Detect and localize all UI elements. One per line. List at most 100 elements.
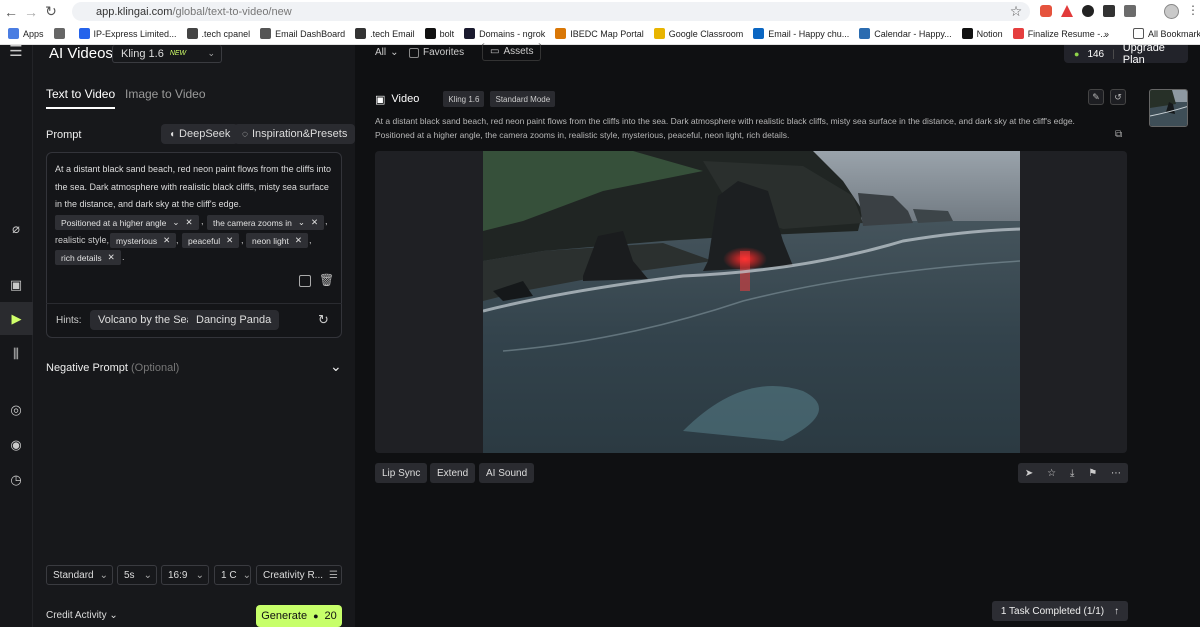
bookmark-star-icon[interactable]: ☆ [1006,1,1026,21]
all-bookmarks[interactable]: All Bookmarks [1133,28,1200,39]
lip-sync-button[interactable]: Lip Sync [375,463,428,483]
bookmark-item[interactable]: IP-Express Limited... [78,28,177,39]
chevron-down-icon: ⌄ [99,569,108,581]
quality-select[interactable]: Standard ⌄ [46,565,113,585]
bookmark-item[interactable]: Notion [961,28,1003,39]
tab-text-to-video[interactable]: Text to Video [46,87,116,109]
flag-icon[interactable]: ⚑ [1088,468,1097,479]
filter-label: All [375,47,387,58]
chevron-down-icon: ⌄ [207,48,215,58]
inspiration-button[interactable]: ◌ Inspiration&Presets [234,124,356,144]
more-bookmarks-icon[interactable]: » [1104,29,1109,39]
upgrade-plan-button[interactable]: Upgrade Plan [1123,42,1188,66]
star-icon[interactable]: ☆ [1047,468,1056,479]
negative-prompt-toggle[interactable]: Negative Prompt (Optional) [46,362,179,374]
close-icon[interactable]: ✕ [186,217,193,228]
generate-button[interactable]: Generate ● 20 [256,605,342,627]
bookmark-item[interactable]: Google Classroom [653,28,743,39]
favorites-label: Favorites [423,47,465,58]
count-select[interactable]: 1 C ⌄ [214,565,251,585]
bookmark-item[interactable]: Domains - ngrok [464,28,545,39]
back-icon[interactable]: ← [1,2,21,22]
bookmark-item[interactable]: Finalize Resume -... [1012,28,1108,39]
assets-button[interactable]: ▭ Assets [482,43,542,61]
close-icon[interactable]: ✕ [226,235,233,246]
prompt-chip[interactable]: neon light ✕ [246,233,308,248]
task-status-bar[interactable]: 1 Task Completed (1/1) ↑ [992,601,1128,621]
refresh-icon[interactable]: ↻ [318,312,329,328]
favorites-toggle[interactable]: Favorites [409,47,464,58]
prompt-chip[interactable]: rich details ✕ [55,250,121,265]
bookmark-item[interactable]: Email - Happy chu... [753,28,849,39]
chevron-down-icon[interactable]: ⌄ [330,358,342,375]
divider: | [1112,48,1115,60]
left-rail: ☰ ⌀ ▣ ▶ ⫼ ◎ ◉ ◷ [0,43,33,627]
deepseek-button[interactable]: ◖ DeepSeek [161,124,239,144]
checkbox[interactable] [409,47,419,58]
bookmark-item[interactable]: Apps [8,28,44,39]
bookmark-item[interactable]: IBEDC Map Portal [555,28,644,39]
bookmark-item[interactable] [53,28,69,39]
prompt-text[interactable]: At a distant black sand beach, red neon … [55,161,337,214]
bookmark-item[interactable]: .tech cpanel [186,28,250,39]
eye-icon[interactable]: ◉ [8,437,24,453]
credit-icon: ● [313,611,319,621]
tab-image-to-video[interactable]: Image to Video [125,87,206,101]
credits-box[interactable]: ● 146 | Upgrade Plan [1064,42,1188,66]
prompt-chip[interactable]: peaceful ✕ [182,233,240,248]
reload-icon[interactable]: ↻ [41,2,61,22]
prompt-chip[interactable]: the camera zooms in ⌄ ✕ [207,215,325,230]
creativity-select[interactable]: Creativity R... ☰ [256,565,342,585]
hint-button[interactable]: Dancing Panda [188,310,280,330]
bookmarks-bar: Apps IP-Express Limited... .tech cpanel Ema… [0,23,1200,45]
edit-icon[interactable]: ✎ [1088,89,1104,105]
address-bar[interactable]: app.klingai.com/global/text-to-video/new [72,2,1030,21]
chip-label: Positioned at a higher angle [61,217,167,228]
share-icon[interactable]: ➤ [1025,468,1033,479]
extend-button[interactable]: Extend [430,463,476,483]
ai-sound-button[interactable]: AI Sound [479,463,535,483]
bookmark-icon [859,28,871,39]
bookmark-item[interactable]: Calendar - Happy... [859,28,952,39]
aspect-select[interactable]: 16:9 ⌄ [161,565,209,585]
close-icon[interactable]: ✕ [108,252,115,263]
model-select[interactable]: Kling 1.6 NEW ⌄ [112,45,222,63]
extension-icons[interactable] [1040,5,1136,17]
close-icon[interactable]: ✕ [163,235,170,246]
filter-select[interactable]: All ⌄ [375,47,399,58]
menu-icon[interactable]: ☰ [8,43,24,60]
hint-button[interactable]: Volcano by the Sea [90,310,201,330]
url-host: app.klingai.com [96,5,173,18]
bookmark-label: Email - Happy chu... [768,28,850,39]
duration-select[interactable]: 5s ⌄ [117,565,157,585]
history-thumbnail[interactable] [1149,89,1188,127]
bookmark-icon [355,28,367,39]
more-icon[interactable]: ⋯ [1111,468,1121,479]
forward-icon[interactable]: → [21,2,41,22]
audio-icon[interactable]: ⫼ [8,346,24,362]
bookmark-label: Notion [976,28,1003,39]
bookmark-item[interactable]: bolt [424,28,454,39]
chevron-down-icon: ⌄ [390,47,399,58]
video-icon[interactable]: ▶ [0,302,33,335]
history-icon[interactable]: ◷ [8,472,24,488]
prompt-chip[interactable]: Positioned at a higher angle ⌄ ✕ [55,215,199,230]
image-icon[interactable]: ▣ [8,277,24,293]
chip-label: peaceful [188,235,221,246]
kebab-menu-icon[interactable]: ⋮ [1187,3,1199,17]
close-icon[interactable]: ✕ [295,235,302,246]
bookmark-item[interactable]: .tech Email [355,28,415,39]
explore-icon[interactable]: ⌀ [8,221,24,237]
trash-icon[interactable]: 🗑 [319,273,334,287]
download-icon[interactable]: ⤓ [1070,468,1074,479]
effects-icon[interactable]: ◎ [8,402,24,418]
close-icon[interactable]: ✕ [311,217,318,228]
avatar[interactable] [1164,4,1179,19]
video-player[interactable] [375,151,1127,453]
retry-icon[interactable]: ↺ [1110,89,1126,105]
credit-activity-link[interactable]: Credit Activity ⌄ [46,610,118,621]
bookmark-item[interactable]: Email DashBoard [260,28,345,39]
save-icon[interactable] [299,275,311,287]
prompt-chip[interactable]: mysterious ✕ [110,233,177,248]
copy-icon[interactable]: ⧉ [1115,129,1122,140]
